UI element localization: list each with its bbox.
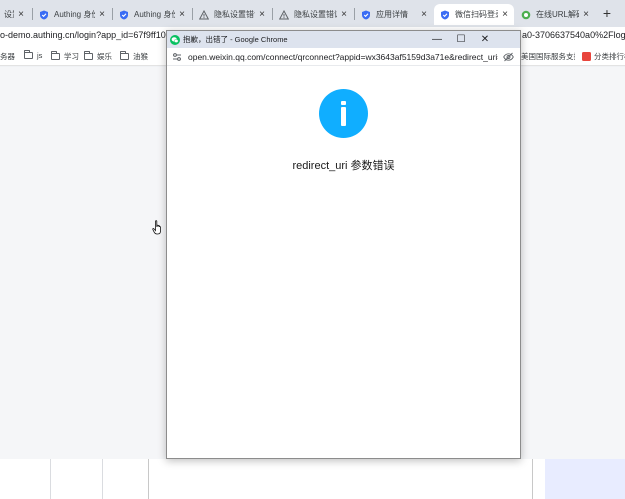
bookmark-item[interactable]: 美国国际服务支持...: [521, 51, 575, 62]
tab-close-icon[interactable]: ×: [259, 9, 265, 20]
authing-shield-icon: [441, 10, 449, 19]
tab-label: 微信扫码登录: [455, 10, 498, 19]
tab-label: 应用详情: [376, 10, 408, 19]
ranking-icon: [582, 52, 591, 61]
minimize-button[interactable]: —: [425, 31, 449, 48]
popup-window-title: 抱歉，出错了 - Google Chrome: [183, 35, 288, 44]
tab-2[interactable]: Authing 身份云 ×: [113, 4, 191, 25]
divider: [50, 459, 51, 499]
tab-close-icon[interactable]: ×: [99, 9, 105, 20]
background-panel: [148, 459, 533, 499]
bookmark-label: 娱乐: [97, 52, 112, 61]
popup-url-bar[interactable]: open.weixin.qq.com/connect/qrconnect?app…: [167, 48, 520, 66]
new-tab-button[interactable]: +: [600, 4, 614, 22]
tab-label: 在线URL解码转: [536, 10, 579, 19]
tab-close-icon[interactable]: ×: [18, 9, 24, 20]
bookmark-label: 学习: [64, 52, 79, 61]
background-page-right: [520, 67, 625, 459]
tab-5[interactable]: 应用详情 ×: [355, 4, 433, 25]
info-icon: [319, 89, 368, 138]
popup-content: redirect_uri 参数错误: [167, 66, 520, 458]
tab-close-icon[interactable]: ×: [179, 9, 185, 20]
popup-url-text: open.weixin.qq.com/connect/qrconnect?app…: [188, 51, 498, 62]
bookmark-label: js: [37, 51, 43, 60]
bookmark-folder-fun[interactable]: 娱乐: [84, 51, 112, 62]
tab-label: Authing 身份云: [134, 10, 175, 19]
tab-0[interactable]: 设置完 ×: [0, 4, 30, 25]
folder-icon: [51, 51, 60, 60]
bookmark-folder-js[interactable]: js: [24, 50, 43, 60]
maximize-button[interactable]: ☐: [449, 31, 473, 48]
bookmark-label: 美国国际服务支持...: [521, 52, 575, 61]
wechat-icon: [170, 34, 180, 45]
close-button[interactable]: ✕: [473, 31, 497, 48]
tab-close-icon[interactable]: ×: [583, 9, 589, 20]
error-message: redirect_uri 参数错误: [292, 160, 395, 172]
bookmark-label: 务器: [0, 52, 15, 61]
bookmark-item[interactable]: 务器: [0, 51, 15, 62]
authing-shield-icon: [120, 10, 128, 19]
tab-7[interactable]: 在线URL解码转 ×: [515, 4, 595, 25]
folder-icon: [120, 51, 129, 60]
tab-6-active[interactable]: 微信扫码登录 ×: [434, 4, 514, 25]
warning-icon: [279, 9, 289, 19]
hand-cursor-icon: [152, 220, 161, 235]
wechat-login-popup-window: 抱歉，出错了 - Google Chrome — ☐ ✕ open.weixin…: [166, 30, 521, 459]
tab-close-icon[interactable]: ×: [502, 9, 508, 20]
divider: [102, 459, 103, 499]
tab-label: 隐私设置错误: [214, 10, 255, 19]
folder-icon: [24, 50, 33, 59]
eye-slash-icon[interactable]: [503, 52, 514, 62]
background-url-right: a0-3706637540a0%2Flogin&: [522, 30, 625, 40]
folder-icon: [84, 51, 93, 60]
tab-4[interactable]: 隐私设置错误 ×: [273, 4, 353, 25]
bookmark-label: 油猴: [133, 52, 148, 61]
bookmark-folder-tampermonkey[interactable]: 油猴: [120, 51, 148, 62]
background-page-left: [0, 67, 166, 459]
url-tool-icon: [521, 10, 531, 19]
tab-3[interactable]: 隐私设置错误 ×: [193, 4, 271, 25]
authing-shield-icon: [40, 10, 48, 19]
warning-icon: [199, 9, 209, 19]
tab-label: Authing 身份云: [54, 10, 95, 19]
authing-shield-icon: [362, 10, 370, 19]
tab-label: 设置完: [4, 10, 14, 19]
site-settings-icon[interactable]: [172, 52, 182, 62]
tab-label: 隐私设置错误: [294, 10, 337, 19]
background-highlight-area: [545, 459, 625, 499]
background-url-left: o-demo.authing.cn/login?app_id=67f9ff10d…: [0, 30, 186, 40]
bookmark-item[interactable]: 分类排行榜: [582, 51, 625, 62]
tab-close-icon[interactable]: ×: [421, 9, 427, 20]
popup-title-bar[interactable]: 抱歉，出错了 - Google Chrome — ☐ ✕: [167, 31, 520, 48]
background-tab-strip: 设置完 × Authing 身份云 × Authing 身份云 × 隐私设置错误…: [0, 0, 625, 27]
tab-close-icon[interactable]: ×: [341, 9, 347, 20]
tab-1[interactable]: Authing 身份云 ×: [33, 4, 111, 25]
bookmark-folder-study[interactable]: 学习: [51, 51, 79, 62]
bookmark-label: 分类排行榜: [594, 52, 625, 61]
